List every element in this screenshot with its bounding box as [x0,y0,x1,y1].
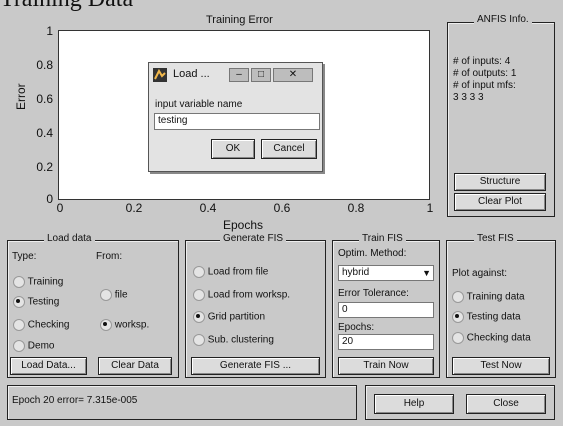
error-tolerance-field[interactable]: 0 [338,302,434,318]
radio-label: Training data [466,291,525,303]
radio-type-checking[interactable]: Checking [13,319,69,331]
radio-load-from-file[interactable]: Load from file [193,266,268,278]
chevron-down-icon: ▼ [422,268,431,278]
x-tick-label: 1 [426,201,434,215]
load-dialog: Load ... – □ ✕ input variable name testi… [148,62,323,172]
radio-icon [100,289,112,301]
radio-label: Demo [27,340,55,352]
radio-icon [13,319,25,331]
clear-data-button[interactable]: Clear Data [98,357,172,375]
x-tick-label: 0.2 [125,201,143,215]
close-button[interactable]: Close [466,394,546,414]
radio-label: Training [27,276,64,288]
variable-name-input[interactable]: testing [154,113,320,130]
anfis-info-title: ANFIS Info. [474,14,532,25]
radio-icon [13,276,25,288]
optim-method-value: hybrid [342,267,370,278]
num-outputs-text: # of outputs: 1 [453,68,517,79]
from-label: From: [96,251,123,262]
status-text: Epoch 20 error= 7.315e-005 [12,395,138,406]
structure-button[interactable]: Structure [454,173,546,191]
train-fis-title: Train FIS [359,233,406,244]
train-now-button[interactable]: Train Now [338,357,434,375]
epochs-label: Epochs: [338,322,375,333]
radio-icon [452,332,464,344]
num-input-mfs-text: # of input mfs: [453,80,516,91]
x-tick-label: 0 [56,201,64,215]
y-tick-label: 0.8 [36,58,53,72]
y-tick-label: 0.4 [36,126,53,140]
radio-label: Testing [27,296,60,308]
y-tick-label: 0.2 [36,160,53,174]
clear-plot-button[interactable]: Clear Plot [454,193,546,211]
radio-label: Checking [27,319,70,331]
maximize-icon[interactable]: □ [251,68,271,82]
radio-selected-icon [13,296,25,308]
radio-selected-icon [452,311,464,323]
error-tolerance-label: Error Tolerance: [338,288,409,299]
radio-label: Checking data [466,332,531,344]
x-tick-label: 0.4 [199,201,217,215]
radio-type-testing[interactable]: Testing [13,296,59,308]
load-data-button[interactable]: Load Data... [10,357,87,375]
radio-icon [193,266,205,278]
generate-fis-button[interactable]: Generate FIS ... [191,357,320,375]
y-tick-label: 0.6 [36,92,53,106]
matlab-logo-icon [153,68,167,82]
x-tick-label: 0.8 [347,201,365,215]
radio-label: Load from worksp. [207,289,291,301]
input-mfs-values: 3 3 3 3 [453,92,484,103]
num-inputs-text: # of inputs: 4 [453,56,511,67]
window-heading: Training Data [0,0,133,13]
radio-label: Load from file [207,266,269,278]
radio-checking-data[interactable]: Checking data [452,332,531,344]
anfis-editor-window: Training Data Training Error 1 0.8 0.6 0… [0,0,563,426]
radio-selected-icon [100,319,112,331]
radio-label: file [114,289,128,301]
radio-label: Testing data [466,311,521,323]
radio-selected-icon [193,311,205,323]
cancel-button[interactable]: Cancel [261,139,317,159]
dialog-title: Load ... [173,68,210,80]
radio-testing-data[interactable]: Testing data [452,311,521,323]
test-fis-title: Test FIS [474,233,517,244]
test-now-button[interactable]: Test Now [452,357,550,375]
optim-method-label: Optim. Method: [338,248,407,259]
radio-sub-clustering[interactable]: Sub. clustering [193,334,274,346]
radio-label: Grid partition [207,311,266,323]
x-axis-label: Epochs [223,218,264,232]
minimize-icon[interactable]: – [229,68,249,82]
radio-icon [193,289,205,301]
radio-icon [13,340,25,352]
close-icon[interactable]: ✕ [273,68,313,82]
load-data-title: Load data [44,233,95,244]
dialog-prompt: input variable name [155,99,243,110]
radio-from-workspace[interactable]: worksp. [100,319,149,331]
epochs-field[interactable]: 20 [338,334,434,350]
plot-against-label: Plot against: [452,268,508,279]
plot-title: Training Error [206,14,273,26]
type-label: Type: [12,251,37,262]
radio-grid-partition[interactable]: Grid partition [193,311,265,323]
radio-type-demo[interactable]: Demo [13,340,54,352]
radio-type-training[interactable]: Training [13,276,63,288]
radio-label: worksp. [114,319,150,331]
radio-training-data[interactable]: Training data [452,291,525,303]
ok-button[interactable]: OK [211,139,255,159]
radio-label: Sub. clustering [207,334,274,346]
y-axis-label: Error [14,83,28,110]
x-tick-label: 0.6 [273,201,291,215]
generate-fis-title: Generate FIS [220,233,287,244]
radio-load-from-workspace[interactable]: Load from worksp. [193,289,290,301]
radio-from-file[interactable]: file [100,289,128,301]
radio-icon [452,291,464,303]
help-button[interactable]: Help [374,394,454,414]
y-tick-label: 1 [46,24,53,38]
optim-method-dropdown[interactable]: hybrid ▼ [338,265,434,281]
radio-icon [193,334,205,346]
